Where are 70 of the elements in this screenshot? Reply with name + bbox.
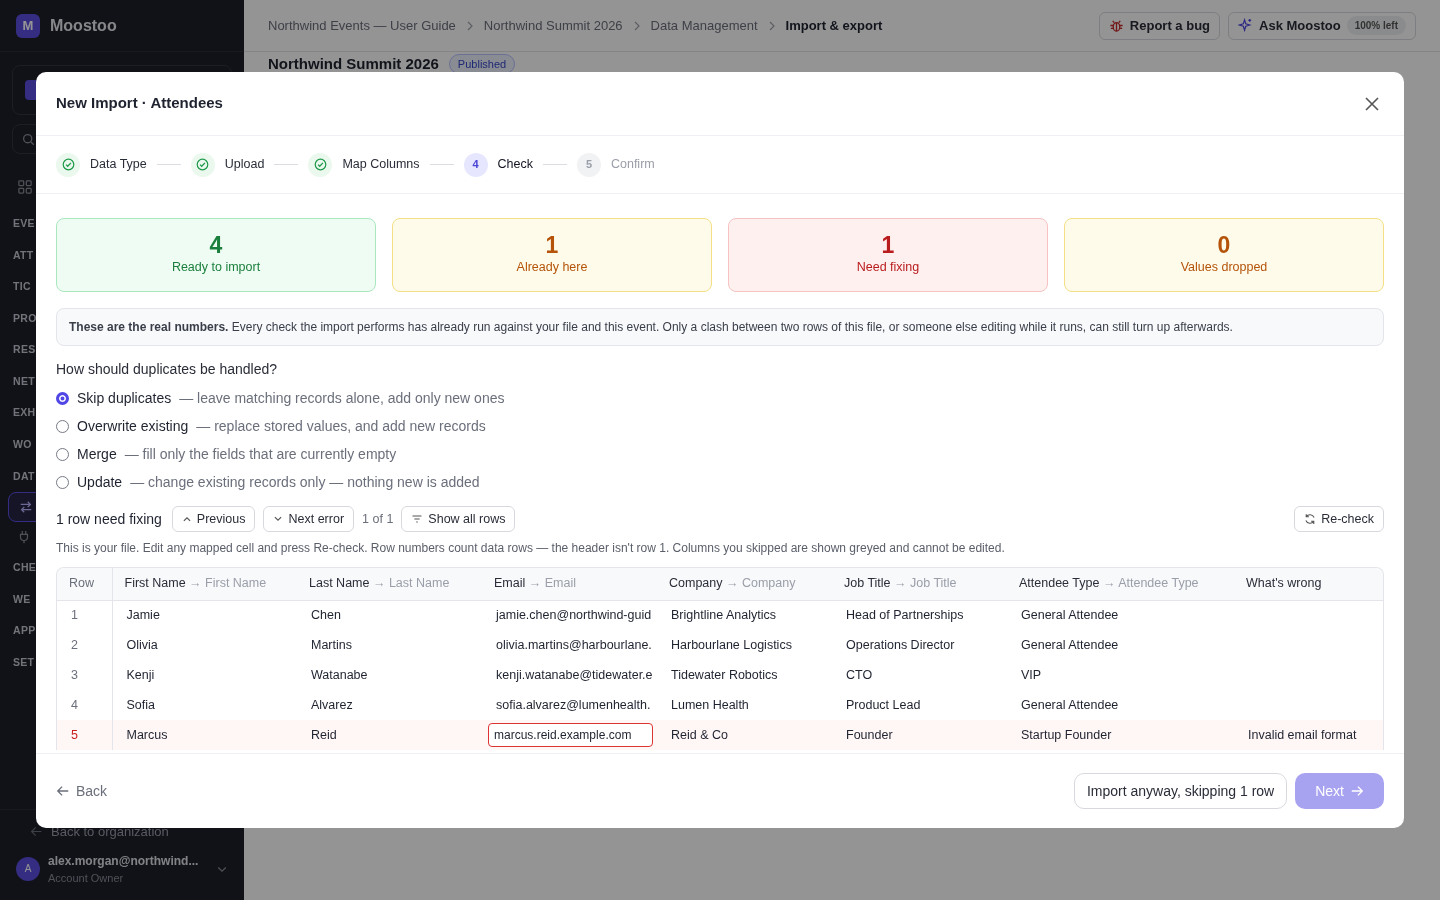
option-description: — replace stored values, and add new records (196, 416, 486, 436)
option-description: — fill only the fields that are currently empty (124, 444, 397, 464)
table-cell: Jamie (112, 600, 297, 630)
step-number: 5 (576, 152, 601, 177)
page-title: Northwind Summit 2026 (268, 56, 439, 72)
table-cell-text: Harbourlane Logistics (670, 636, 793, 654)
option-description: — change existing records only — nothing new is added (130, 472, 480, 492)
help-text: This is your file. Edit any mapped cell and press Re-check. Row numbers count data rows — the header isn't row 1. Columns you skipped are shown greyed and cannot be edited. (56, 540, 1006, 557)
stat-label: Already here (516, 259, 588, 277)
table-cell-text: Watanabe (310, 666, 369, 684)
table-cell: Reid & Co (657, 720, 832, 750)
option-description: — leave matching records alone, add only new ones (179, 388, 505, 408)
stat-label: Ready to import (171, 259, 261, 277)
table-cell: Startup Founder (1007, 720, 1234, 750)
table-cell: General Attendee (1007, 690, 1234, 720)
stat-value: 1 (881, 232, 895, 259)
row-number: 1 (57, 600, 112, 630)
column-header: Company → Company (657, 568, 832, 600)
stat-label: Need fixing (856, 259, 920, 277)
row-number: 5 (57, 720, 112, 750)
column-header: Row (57, 568, 112, 600)
table-cell-text: Tidewater Robotics (670, 666, 779, 684)
column-header: Attendee Type → Attendee Type (1007, 568, 1234, 600)
fix-summary: 1 row need fixing (56, 509, 162, 529)
table-cell: Marcus (112, 720, 297, 750)
column-header: What's wrong (1234, 568, 1383, 600)
table-cell-text: kenji.watanabe@tidewater.e (495, 666, 654, 684)
error-position: 1 of 1 (362, 510, 394, 528)
table-cell: sofia.alvarez@lumenhealth. (482, 690, 657, 720)
table-cell: Kenji (112, 660, 297, 690)
table-cell: Head of Partnerships (832, 600, 1007, 630)
row-number: 2 (57, 630, 112, 660)
table-cell-text: Martins (310, 636, 353, 654)
stat-value: 0 (1217, 232, 1231, 259)
user-avatar: A (16, 856, 40, 881)
column-header: Job Title → Job Title (832, 568, 1007, 600)
question-label: How should duplicates be handled? (56, 360, 279, 379)
step-number: 4 (463, 152, 488, 177)
table-cell-text: olivia.martins@harbourlane. (495, 636, 653, 654)
table-cell: Olivia (112, 630, 297, 660)
table-cell: Chen (297, 600, 482, 630)
table-cell: Sofia (112, 690, 297, 720)
stat-value: 1 (545, 232, 559, 259)
table-cell-text: General Attendee (1020, 636, 1120, 654)
table-cell: Founder (832, 720, 1007, 750)
table-cell-text: Operations Director (845, 636, 956, 654)
column-header: First Name → First Name (112, 568, 297, 600)
app-logo: M (16, 13, 40, 38)
column-header: Last Name → Last Name (297, 568, 482, 600)
table-cell: General Attendee (1007, 600, 1234, 630)
user-email: alex.morgan@northwind... (48, 852, 200, 870)
table-cell-text: CTO (845, 666, 874, 684)
info-notice: These are the real numbers. Every check the import performs has already run against your file and this event. Only a clash between two rows of this file, or someone else editing while it runs, can still turn up afterwards. (56, 308, 1384, 346)
stat-value: 4 (209, 232, 223, 259)
table-cell-text: VIP (1020, 666, 1043, 684)
usage-badge: 100% left (1346, 16, 1406, 35)
status-badge: Published (448, 54, 516, 74)
column-header: Email → Email (482, 568, 657, 600)
table-cell: Product Lead (832, 690, 1007, 720)
table-cell: Reid (297, 720, 482, 750)
table-cell: Brightline Analytics (657, 600, 832, 630)
app-name: Moostoo (50, 15, 117, 36)
user-role: Account Owner (48, 870, 125, 886)
row-number: 3 (57, 660, 112, 690)
dialog-title: New Import · Attendees (56, 93, 223, 114)
table-cell: jamie.chen@northwind-guid (482, 600, 657, 630)
table-cell: Lumen Health (657, 690, 832, 720)
table-cell: Alvarez (297, 690, 482, 720)
error-message: Invalid email format (1234, 720, 1383, 750)
stat-label: Values dropped (1180, 259, 1268, 277)
